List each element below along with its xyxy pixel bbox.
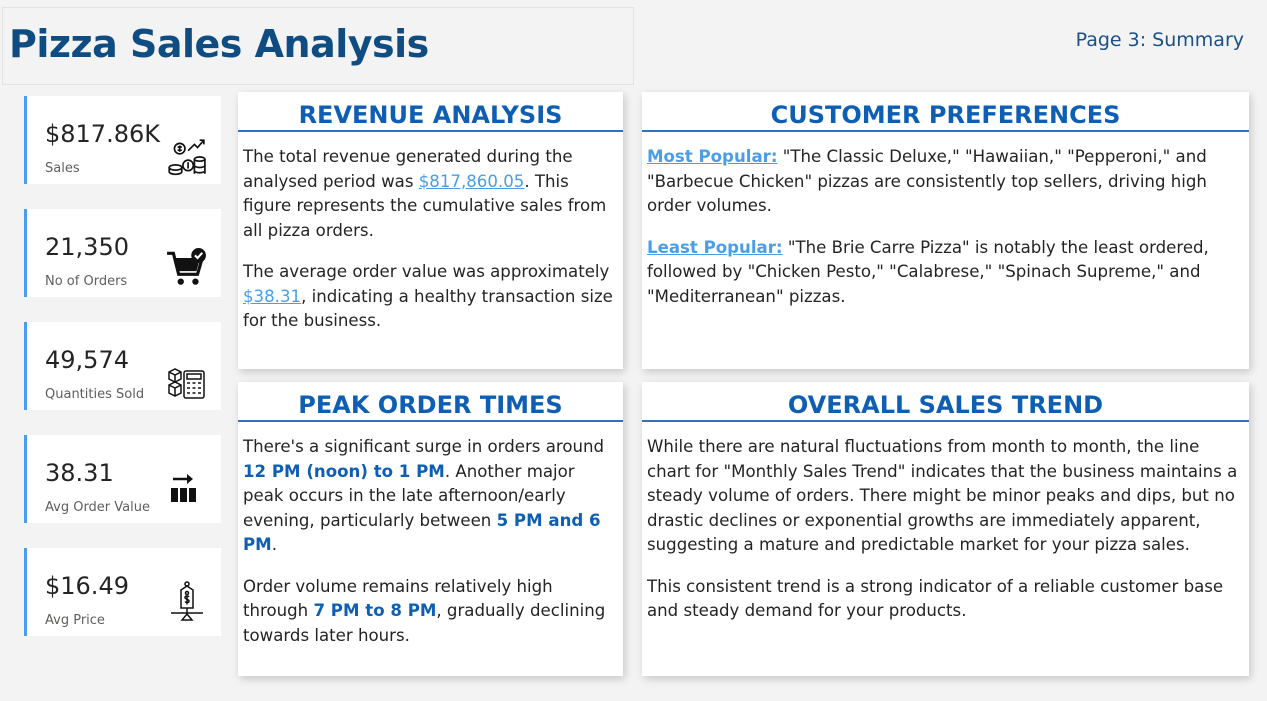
boxes-calculator-icon bbox=[167, 366, 207, 402]
kpi-value: $16.49 bbox=[45, 572, 129, 600]
kpi-label: Sales bbox=[45, 161, 80, 176]
card-body: There's a significant surge in orders ar… bbox=[238, 429, 623, 648]
kpi-value: 49,574 bbox=[45, 346, 129, 374]
customer-preferences-card: CUSTOMER PREFERENCES Most Popular: "The … bbox=[642, 92, 1249, 369]
title-box: Pizza Sales Analysis bbox=[2, 7, 634, 85]
kpi-label: Avg Price bbox=[45, 613, 105, 628]
revenue-analysis-card: REVENUE ANALYSIS The total revenue gener… bbox=[238, 92, 623, 369]
paragraph: While there are natural fluctuations fro… bbox=[647, 437, 1238, 554]
paragraph: There's a significant surge in orders ar… bbox=[243, 435, 618, 558]
paragraph: The average order value was approximatel… bbox=[243, 260, 618, 334]
card-body: The total revenue generated during the a… bbox=[238, 139, 623, 334]
kpi-card-orders: 21,350 No of Orders bbox=[24, 209, 221, 297]
paragraph: Least Popular: "The Brie Carre Pizza" is… bbox=[647, 236, 1244, 310]
heading-divider bbox=[238, 420, 623, 422]
kpi-value: 21,350 bbox=[45, 233, 129, 261]
text: The average order value was approximatel… bbox=[243, 262, 610, 281]
most-popular-label[interactable]: Most Popular: bbox=[647, 147, 777, 166]
kpi-value: $817.86K bbox=[45, 120, 160, 148]
price-tag-balance-icon bbox=[167, 580, 207, 622]
kpi-card-avg-order: 38.31 Avg Order Value bbox=[24, 435, 221, 523]
paragraph: This consistent trend is a strong indica… bbox=[647, 576, 1224, 621]
page-label[interactable]: Page 3: Summary bbox=[1076, 29, 1244, 51]
kpi-card-quantity: 49,574 Quantities Sold bbox=[24, 322, 221, 410]
kpi-value: 38.31 bbox=[45, 459, 114, 487]
card-heading: OVERALL SALES TREND bbox=[787, 391, 1104, 419]
card-heading: REVENUE ANALYSIS bbox=[298, 101, 563, 129]
card-body: Most Popular: "The Classic Deluxe," "Haw… bbox=[642, 139, 1249, 309]
heading-divider bbox=[642, 130, 1249, 132]
heading-divider bbox=[642, 420, 1249, 422]
paragraph: Order volume remains relatively high thr… bbox=[243, 575, 618, 649]
card-body: While there are natural fluctuations fro… bbox=[642, 429, 1249, 624]
least-popular-label[interactable]: Least Popular: bbox=[647, 238, 783, 257]
bar-growth-icon bbox=[167, 471, 201, 505]
revenue-total-link[interactable]: $817,860.05 bbox=[419, 172, 525, 191]
page-title: Pizza Sales Analysis bbox=[9, 22, 429, 66]
kpi-label: Avg Order Value bbox=[45, 500, 150, 515]
paragraph: The total revenue generated during the a… bbox=[243, 145, 618, 243]
highlight-text: 7 PM to 8 PM bbox=[313, 601, 437, 620]
highlight-text: 12 PM (noon) to 1 PM bbox=[243, 461, 445, 481]
card-heading: PEAK ORDER TIMES bbox=[298, 391, 563, 419]
avg-order-value-link[interactable]: $38.31 bbox=[243, 287, 301, 306]
text: There's a significant surge in orders ar… bbox=[243, 437, 605, 456]
overall-sales-trend-card: OVERALL SALES TREND While there are natu… bbox=[642, 382, 1249, 676]
money-growth-icon bbox=[165, 136, 207, 178]
kpi-card-avg-price: $16.49 Avg Price bbox=[24, 548, 221, 636]
peak-order-times-card: PEAK ORDER TIMES There's a significant s… bbox=[238, 382, 623, 676]
kpi-label: Quantities Sold bbox=[45, 387, 145, 402]
paragraph: Most Popular: "The Classic Deluxe," "Haw… bbox=[647, 145, 1244, 219]
card-heading: CUSTOMER PREFERENCES bbox=[770, 101, 1121, 129]
heading-divider bbox=[238, 130, 623, 132]
kpi-label: No of Orders bbox=[45, 274, 128, 289]
cart-check-icon bbox=[165, 247, 207, 289]
kpi-card-sales: $817.86K Sales bbox=[24, 96, 221, 184]
text: . bbox=[271, 535, 277, 554]
